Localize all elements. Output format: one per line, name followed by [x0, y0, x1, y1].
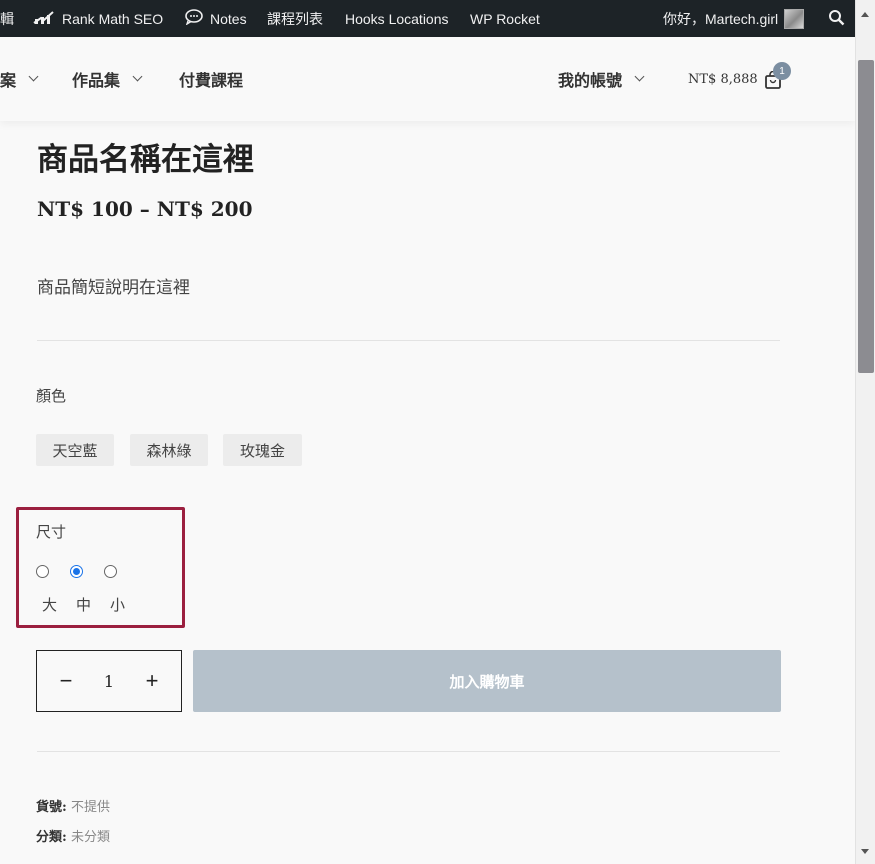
admin-bar-rank-math[interactable]: Rank Math SEO	[33, 0, 163, 37]
product-short-description: 商品簡短說明在這裡	[37, 278, 190, 298]
color-swatch-sky-blue[interactable]: 天空藍	[36, 434, 114, 466]
quantity-input[interactable]: 1	[87, 651, 131, 711]
cart-total[interactable]: NT$ 8,888	[688, 37, 758, 121]
size-radio-small[interactable]	[104, 565, 117, 578]
cart-count-badge: 1	[773, 62, 791, 80]
admin-bar-courses-label: 課程列表	[267, 10, 323, 27]
scroll-up-arrow-icon[interactable]	[861, 12, 869, 17]
category-value[interactable]: 未分類	[71, 830, 110, 845]
quantity-decrease-button[interactable]: −	[46, 651, 86, 711]
nav-item-label: 案	[0, 71, 17, 90]
nav-item-paid-courses[interactable]: 付費課程	[179, 37, 243, 121]
product-title: 商品名稱在這裡	[37, 142, 254, 178]
product-price: NT$ 100 – NT$ 200	[37, 197, 253, 221]
avatar	[784, 8, 805, 29]
size-radio-large[interactable]	[36, 565, 49, 578]
admin-bar-account[interactable]: 你好，Martech.girl	[663, 0, 805, 37]
size-label-small: 小	[110, 596, 126, 614]
color-attribute-label: 顏色	[36, 387, 67, 405]
product-sku: 貨號: 不提供	[36, 796, 110, 815]
category-label: 分類:	[36, 830, 67, 845]
quantity-increase-button[interactable]: +	[132, 651, 172, 711]
admin-bar-notes-label: Notes	[210, 10, 247, 27]
product-category: 分類: 未分類	[36, 826, 110, 845]
admin-bar-edit-link[interactable]: 輯	[0, 0, 14, 37]
size-radio-medium[interactable]	[70, 565, 83, 578]
color-swatch-rose-gold[interactable]: 玫瑰金	[223, 434, 302, 466]
admin-bar-greeting: 你好，Martech.girl	[663, 10, 779, 27]
nav-item-portfolio[interactable]: 作品集	[72, 37, 143, 121]
admin-bar: 輯 Rank Math SEO Notes 課程列表 Hooks Locatio…	[0, 0, 855, 37]
chevron-down-icon	[28, 71, 39, 82]
scroll-down-arrow-icon[interactable]	[861, 849, 869, 854]
admin-bar-search[interactable]	[828, 0, 845, 37]
chevron-down-icon	[634, 71, 645, 82]
admin-bar-edit-label: 輯	[0, 10, 14, 27]
admin-bar-hooks-label: Hooks Locations	[345, 10, 449, 27]
size-label-large: 大	[42, 596, 58, 614]
add-to-cart-button[interactable]: 加入購物車	[193, 650, 781, 712]
divider	[37, 751, 780, 752]
nav-item-label: 作品集	[72, 71, 121, 90]
search-icon	[828, 9, 845, 29]
nav-item-partial[interactable]: 案	[0, 37, 39, 121]
size-label-medium: 中	[76, 596, 92, 614]
site-header: 案 作品集 付費課程 我的帳號 NT$ 8,888 1	[0, 37, 855, 121]
nav-item-label: 付費課程	[179, 71, 244, 90]
scrollbar-thumb[interactable]	[858, 60, 874, 373]
admin-bar-wp-rocket[interactable]: WP Rocket	[470, 0, 540, 37]
vertical-scrollbar[interactable]	[855, 0, 875, 864]
speech-bubble-icon	[185, 9, 203, 28]
admin-bar-hooks[interactable]: Hooks Locations	[345, 0, 449, 37]
admin-bar-courses[interactable]: 課程列表	[267, 0, 323, 37]
divider	[37, 340, 780, 341]
size-attribute-label: 尺寸	[36, 523, 67, 541]
chevron-down-icon	[132, 71, 143, 82]
nav-item-my-account[interactable]: 我的帳號	[558, 37, 645, 121]
admin-bar-notes[interactable]: Notes	[185, 0, 247, 37]
rank-math-icon	[33, 9, 55, 28]
nav-item-label: 我的帳號	[558, 71, 623, 90]
sku-label: 貨號:	[36, 800, 67, 815]
color-swatch-forest-green[interactable]: 森林綠	[130, 434, 208, 466]
sku-value: 不提供	[70, 800, 110, 815]
quantity-stepper: − 1 +	[36, 650, 182, 712]
admin-bar-wp-rocket-label: WP Rocket	[470, 10, 540, 27]
admin-bar-rank-math-label: Rank Math SEO	[62, 10, 164, 27]
